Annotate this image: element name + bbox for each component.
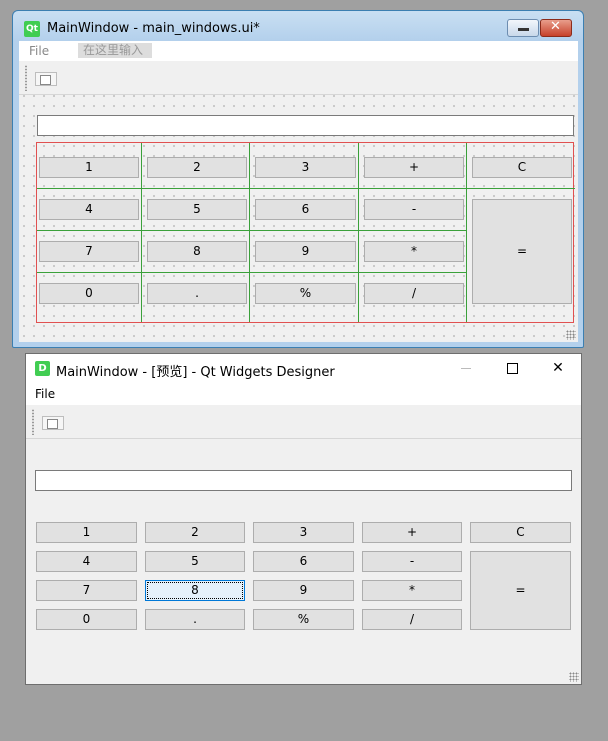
btn-5[interactable]: 5 (147, 199, 247, 220)
designer-form-window: Qt MainWindow - main_windows.ui* File 在这… (12, 10, 584, 348)
btn-percent[interactable]: % (255, 283, 356, 304)
btn-2[interactable]: 2 (145, 522, 245, 543)
layout-line (249, 143, 250, 322)
layout-line (37, 188, 575, 189)
btn-3[interactable]: 3 (255, 157, 356, 178)
window-icon[interactable] (42, 416, 64, 430)
btn-4[interactable]: 4 (39, 199, 139, 220)
btn-7[interactable]: 7 (39, 241, 139, 262)
btn-multiply[interactable]: * (364, 241, 464, 262)
btn-minus[interactable]: - (364, 199, 464, 220)
layout-line (37, 272, 467, 273)
window-icon[interactable] (35, 72, 57, 86)
btn-8[interactable]: 8 (147, 241, 247, 262)
preview-window: D MainWindow - [预览] - Qt Widgets Designe… (25, 353, 582, 685)
layout-line (37, 230, 467, 231)
btn-minus[interactable]: - (362, 551, 462, 572)
btn-plus[interactable]: + (364, 157, 464, 178)
designer-menubar: File 在这里输入 (19, 41, 578, 61)
btn-dot[interactable]: . (145, 609, 245, 630)
btn-clear[interactable]: C (472, 157, 572, 178)
btn-9[interactable]: 9 (253, 580, 354, 601)
btn-clear[interactable]: C (470, 522, 571, 543)
btn-7[interactable]: 7 (36, 580, 137, 601)
btn-2[interactable]: 2 (147, 157, 247, 178)
preview-titlebar[interactable]: D MainWindow - [预览] - Qt Widgets Designe… (26, 354, 581, 383)
designer-titlebar[interactable]: Qt MainWindow - main_windows.ui* (13, 11, 583, 41)
size-grip[interactable] (566, 330, 576, 340)
menu-file[interactable]: File (29, 44, 49, 58)
btn-3[interactable]: 3 (253, 522, 354, 543)
preview-toolbar (26, 405, 581, 439)
qt-logo-icon: Qt (24, 21, 40, 37)
toolbar-grip[interactable] (25, 65, 27, 91)
btn-divide[interactable]: / (362, 609, 462, 630)
minimize-button[interactable] (443, 354, 489, 383)
btn-equals[interactable]: = (470, 551, 571, 630)
designer-form-canvas[interactable]: File 在这里输入 1 2 3 + C 4 5 6 - = 7 8 9 * 0… (19, 41, 578, 342)
size-grip[interactable] (569, 672, 579, 682)
designer-toolbar (19, 61, 578, 95)
designer-window-title: MainWindow - main_windows.ui* (47, 21, 260, 36)
btn-percent[interactable]: % (253, 609, 354, 630)
toolbar-grip[interactable] (32, 409, 34, 435)
btn-1[interactable]: 1 (36, 522, 137, 543)
btn-4[interactable]: 4 (36, 551, 137, 572)
btn-6[interactable]: 6 (255, 199, 356, 220)
btn-1[interactable]: 1 (39, 157, 139, 178)
btn-equals[interactable]: = (472, 199, 572, 304)
layout-line (141, 143, 142, 322)
qt-designer-logo-icon: D (35, 361, 50, 376)
display-line-edit[interactable] (35, 470, 572, 491)
btn-0[interactable]: 0 (36, 609, 137, 630)
preview-menubar: File (26, 383, 581, 405)
menu-file[interactable]: File (35, 387, 55, 401)
display-line-edit[interactable] (37, 115, 574, 136)
preview-window-title: MainWindow - [预览] - Qt Widgets Designer (56, 365, 335, 380)
layout-line (358, 143, 359, 322)
btn-6[interactable]: 6 (253, 551, 354, 572)
btn-multiply[interactable]: * (362, 580, 462, 601)
minimize-button[interactable] (507, 19, 539, 37)
close-button[interactable] (540, 19, 572, 37)
btn-dot[interactable]: . (147, 283, 247, 304)
btn-plus[interactable]: + (362, 522, 462, 543)
btn-5[interactable]: 5 (145, 551, 245, 572)
menu-type-here-placeholder[interactable]: 在这里输入 (78, 43, 152, 58)
btn-8[interactable]: 8 (145, 580, 245, 601)
btn-9[interactable]: 9 (255, 241, 356, 262)
layout-line (466, 143, 467, 322)
btn-0[interactable]: 0 (39, 283, 139, 304)
btn-divide[interactable]: / (364, 283, 464, 304)
close-button[interactable]: ✕ (535, 354, 581, 383)
maximize-button[interactable] (489, 354, 535, 383)
